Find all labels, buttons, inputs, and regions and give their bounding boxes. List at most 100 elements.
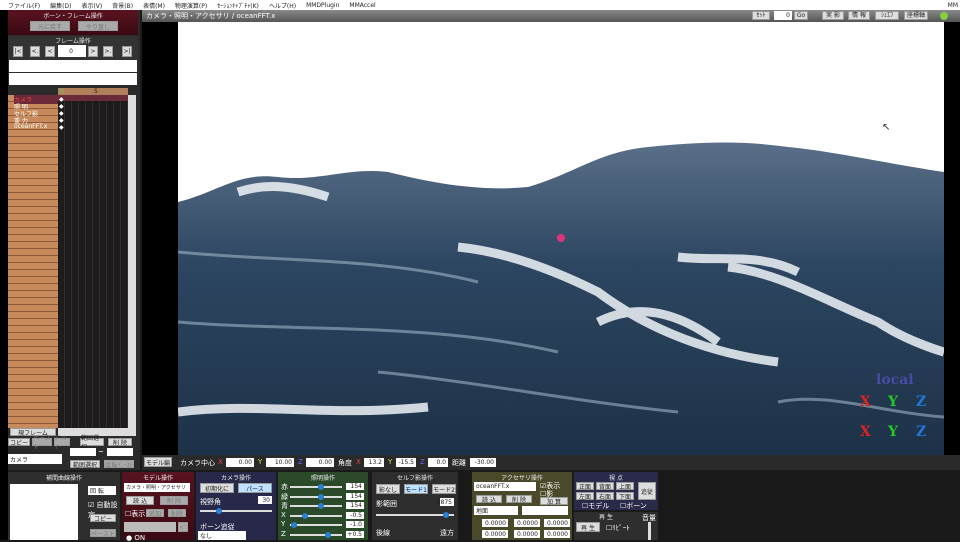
bone-list[interactable] <box>8 95 58 428</box>
local-y-rotate-icon[interactable]: Y <box>888 394 898 410</box>
angle-y-input[interactable]: -15.5 <box>396 458 416 467</box>
model-checkbox[interactable]: ☐モデル <box>582 501 609 511</box>
distance-input[interactable]: -30.00 <box>470 458 496 467</box>
local-y-move-icon[interactable]: Y <box>888 424 898 440</box>
back-view-button[interactable]: 背面 <box>596 482 614 491</box>
light-slider[interactable] <box>290 512 342 519</box>
model-edit-button[interactable]: モデル編 <box>144 457 172 467</box>
delay-button[interactable]: ﾃﾞｨﾚｲ <box>54 435 70 451</box>
loop-checkbox[interactable]: ☐ﾘﾋﾟｰﾄ <box>606 523 630 533</box>
light-value-input[interactable]: 154 <box>346 502 364 509</box>
parent-bone-select[interactable] <box>522 506 568 515</box>
menu-view[interactable]: 表示(V) <box>81 1 102 10</box>
accessory-select[interactable]: oceanFFT.x <box>474 482 536 491</box>
menu-expression[interactable]: 表情(M) <box>143 1 165 10</box>
range-start-input[interactable] <box>70 448 96 456</box>
coord-axis-button[interactable]: 座標軸 <box>904 11 928 20</box>
light-value-input[interactable]: +0.5 <box>346 530 364 538</box>
parent-select[interactable]: 地面 <box>474 506 518 515</box>
follow-select[interactable]: なし <box>198 531 246 540</box>
range-select-button-2[interactable]: 範囲選択 <box>70 460 100 469</box>
acc-x-input[interactable]: 0.0000 <box>482 519 508 527</box>
fov-slider[interactable] <box>200 508 272 514</box>
globe-icon[interactable] <box>940 12 948 20</box>
local-x-rotate-icon[interactable]: X <box>860 394 871 410</box>
acc-rx-input[interactable]: 0.0000 <box>482 530 508 538</box>
del-button[interactable]: 削除 <box>168 509 186 518</box>
keyframe-grid[interactable] <box>58 95 128 428</box>
top-view-button[interactable]: 上面 <box>616 482 634 491</box>
mode-select[interactable]: カメラ <box>8 454 62 464</box>
reverse-paste-button[interactable]: 反転ﾍﾟｰｽﾄ <box>104 460 134 469</box>
light-slider[interactable] <box>290 531 342 538</box>
local-button[interactable]: ｼｪｴﾌ <box>875 11 899 20</box>
front-view-button[interactable]: 正面 <box>576 482 594 491</box>
shadow-mode1-button[interactable]: モード1 <box>404 484 428 494</box>
angle-z-input[interactable]: 0.0 <box>428 458 448 467</box>
acc-rz-input[interactable]: 0.0000 <box>544 530 570 538</box>
keyframe-markers[interactable]: ◆ ◆ ◆ ◆ ◆ <box>59 96 64 131</box>
shadow-range-input[interactable]: 8875 <box>437 498 454 506</box>
interp-paste-button[interactable]: ペースト <box>90 529 116 538</box>
menu-help[interactable]: ヘルプ(H) <box>269 1 296 10</box>
accessory-add-button[interactable]: 加 算 <box>540 497 568 506</box>
bone-select[interactable] <box>124 522 176 532</box>
prev-key-button[interactable]: <. <box>30 46 40 57</box>
frame-input[interactable]: 0 <box>58 45 86 57</box>
light-value-input[interactable]: 154 <box>346 492 364 500</box>
center-z-input[interactable]: 0.00 <box>306 458 334 467</box>
track-button[interactable]: 追従 <box>638 482 656 500</box>
real-shadow-button[interactable]: 実 影 <box>822 11 844 20</box>
bottom-view-button[interactable]: 下面 <box>616 492 634 501</box>
acc-z-input[interactable]: 0.0000 <box>544 519 570 527</box>
bone-checkbox[interactable]: ☐ボーン <box>620 501 647 511</box>
light-slider-knob[interactable] <box>324 531 331 538</box>
shadow-none-button[interactable]: 影なし <box>376 484 400 494</box>
delete-button[interactable]: 削 除 <box>108 438 132 447</box>
fov-input[interactable]: 30 <box>258 496 272 504</box>
light-slider-knob[interactable] <box>290 522 297 528</box>
light-slider-knob[interactable] <box>301 512 308 519</box>
model-delete-button[interactable]: 削 除 <box>160 496 188 505</box>
first-frame-button[interactable]: |< <box>13 46 23 57</box>
show-checkbox[interactable]: ☐表示 <box>125 509 145 519</box>
center-y-input[interactable]: 10.00 <box>266 458 294 467</box>
light-value-input[interactable]: 154 <box>346 483 364 490</box>
bone-hat-button[interactable]: ﾍﾞ <box>178 522 188 532</box>
light-slider-knob[interactable] <box>317 493 324 500</box>
interp-copy-button[interactable]: コピー <box>90 514 116 523</box>
perspective-button[interactable]: パース <box>238 483 272 493</box>
right-view-button[interactable]: 右面 <box>596 492 614 501</box>
bone-row-oceanfft[interactable]: oceanFFT.x <box>14 123 47 130</box>
shadow-range-slider[interactable] <box>376 512 454 518</box>
menu-mmaccel[interactable]: MMAccel <box>349 2 375 9</box>
light-slider[interactable] <box>290 503 342 509</box>
center-x-input[interactable]: 0.00 <box>226 458 254 467</box>
angle-x-input[interactable]: 13.2 <box>364 458 384 467</box>
shadow-slider-knob[interactable] <box>442 512 449 518</box>
play-button[interactable]: 再 生 <box>576 522 600 532</box>
go-button[interactable]: Go <box>794 11 808 20</box>
interpolation-curve-editor[interactable] <box>10 484 78 540</box>
local-z-rotate-icon[interactable]: Z <box>916 394 926 410</box>
local-z-move-icon[interactable]: Z <box>916 424 926 440</box>
set-frame-input[interactable]: 0 <box>774 11 792 20</box>
light-slider[interactable] <box>290 484 342 490</box>
left-view-button[interactable]: 左面 <box>576 492 594 501</box>
menu-edit[interactable]: 編集(D) <box>50 1 71 10</box>
on-radio[interactable]: ● ON <box>126 534 145 542</box>
set-button[interactable]: ｾｯﾄ <box>752 11 770 20</box>
menu-file[interactable]: ファイル(F) <box>8 1 40 10</box>
menu-background[interactable]: 背景(B) <box>112 1 133 10</box>
paste-button[interactable]: ペースト <box>32 435 52 451</box>
range-select-button[interactable]: 範囲選択 <box>80 435 104 451</box>
camera-reset-button[interactable]: 初期化に <box>200 483 234 493</box>
add-button[interactable]: 追加 <box>146 509 164 518</box>
last-frame-button[interactable]: >| <box>122 46 132 57</box>
undo-button[interactable]: 元に戻す <box>30 21 70 31</box>
shadow-mode2-button[interactable]: モード2 <box>432 484 456 494</box>
info-button[interactable]: 情 報 <box>848 11 870 20</box>
menu-mmdplugin[interactable]: MMDPlugin <box>306 2 339 9</box>
volume-slider[interactable] <box>648 522 651 540</box>
menu-overflow[interactable]: MM <box>948 2 960 9</box>
